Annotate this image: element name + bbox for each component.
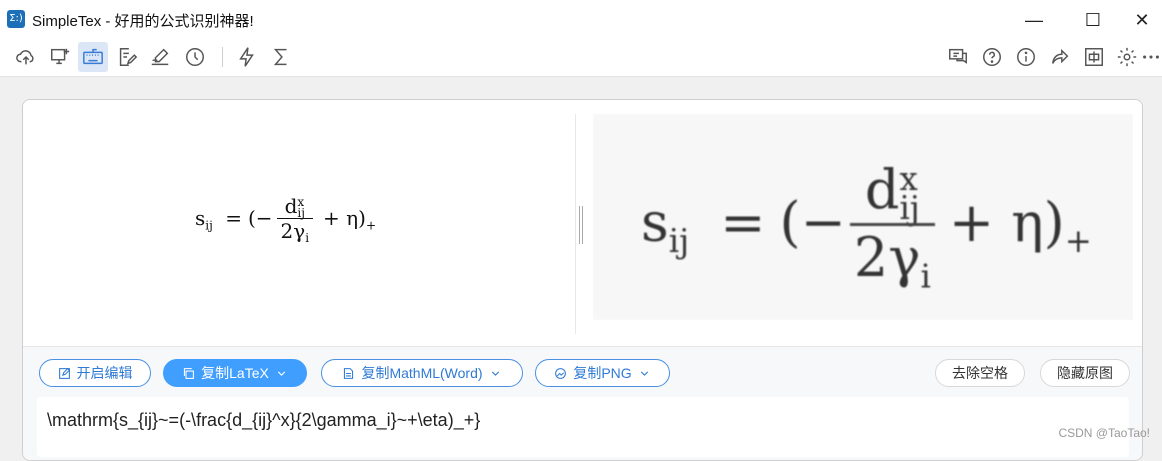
screen-capture-icon[interactable] — [45, 42, 75, 72]
hide-original-button[interactable]: 隐藏原图 — [1040, 359, 1130, 387]
translate-icon[interactable] — [1079, 42, 1109, 72]
app-logo-icon: Σ:) — [7, 10, 25, 28]
toolbar — [0, 38, 1162, 77]
info-icon[interactable] — [1011, 42, 1041, 72]
flash-icon[interactable] — [232, 42, 262, 72]
chevron-down-icon — [491, 370, 499, 376]
title-bar: Σ:) SimpleTex - 好用的公式识别神器! — ☐ ✕ — [0, 0, 1162, 38]
copy-mathml-button[interactable]: 复制MathML(Word) — [321, 359, 523, 387]
toolbar-separator — [222, 47, 223, 67]
sigma-icon[interactable] — [266, 42, 296, 72]
chevron-down-icon — [640, 370, 648, 376]
copy-latex-button[interactable]: 复制LaTeX — [163, 359, 307, 387]
image-icon — [555, 367, 567, 379]
handwrite-icon[interactable] — [145, 42, 175, 72]
close-button[interactable]: ✕ — [1122, 6, 1162, 34]
result-card: sij = (− d x ij 2γi + η)+ sij = (− d x ij 2γi … — [22, 99, 1143, 461]
document-icon — [344, 367, 354, 379]
window-title: SimpleTex - 好用的公式识别神器! — [32, 13, 254, 30]
rendered-formula[interactable]: sij = (− d x ij 2γi + η)+ — [195, 194, 376, 245]
remove-spaces-button[interactable]: 去除空格 — [935, 359, 1025, 387]
edit-icon — [58, 367, 70, 379]
latex-code[interactable]: \mathrm{s_{ij}~=(-\frac{d_{ij}^x}{2\gamm… — [47, 410, 480, 431]
original-image: sij = (− d x ij 2γi + η)+ — [593, 114, 1133, 320]
render-area: sij = (− d x ij 2γi + η)+ sij = (− d x ij 2γi … — [23, 100, 1142, 346]
pane-divider — [575, 114, 576, 334]
copy-png-button[interactable]: 复制PNG — [535, 359, 670, 387]
minimize-button[interactable]: — — [1014, 6, 1054, 34]
edit-doc-icon[interactable] — [112, 42, 142, 72]
chevron-down-icon — [277, 370, 285, 376]
settings-icon[interactable] — [1112, 42, 1142, 72]
enable-edit-button[interactable]: 开启编辑 — [39, 359, 151, 387]
fraction: d x ij 2γi — [276, 194, 314, 245]
resize-handle[interactable] — [579, 206, 583, 244]
watermark: CSDN @TaoTao! — [1058, 426, 1150, 440]
help-icon[interactable] — [977, 42, 1007, 72]
maximize-button[interactable]: ☐ — [1073, 6, 1113, 34]
action-bar: 开启编辑 复制LaTeX 复制MathML(Word) 复制PNG 去除空格 隐… — [23, 346, 1142, 460]
share-icon[interactable] — [1045, 42, 1075, 72]
chat-icon[interactable] — [943, 42, 973, 72]
keyboard-icon[interactable] — [78, 42, 108, 72]
more-icon[interactable] — [1140, 42, 1162, 72]
copy-icon — [184, 367, 195, 379]
original-formula: sij = (− d x ij 2γi + η)+ — [641, 158, 1092, 296]
latex-output[interactable]: \mathrm{s_{ij}~=(-\frac{d_{ij}^x}{2\gamm… — [37, 397, 1129, 457]
history-icon[interactable] — [180, 42, 210, 72]
cloud-upload-icon[interactable] — [11, 42, 41, 72]
